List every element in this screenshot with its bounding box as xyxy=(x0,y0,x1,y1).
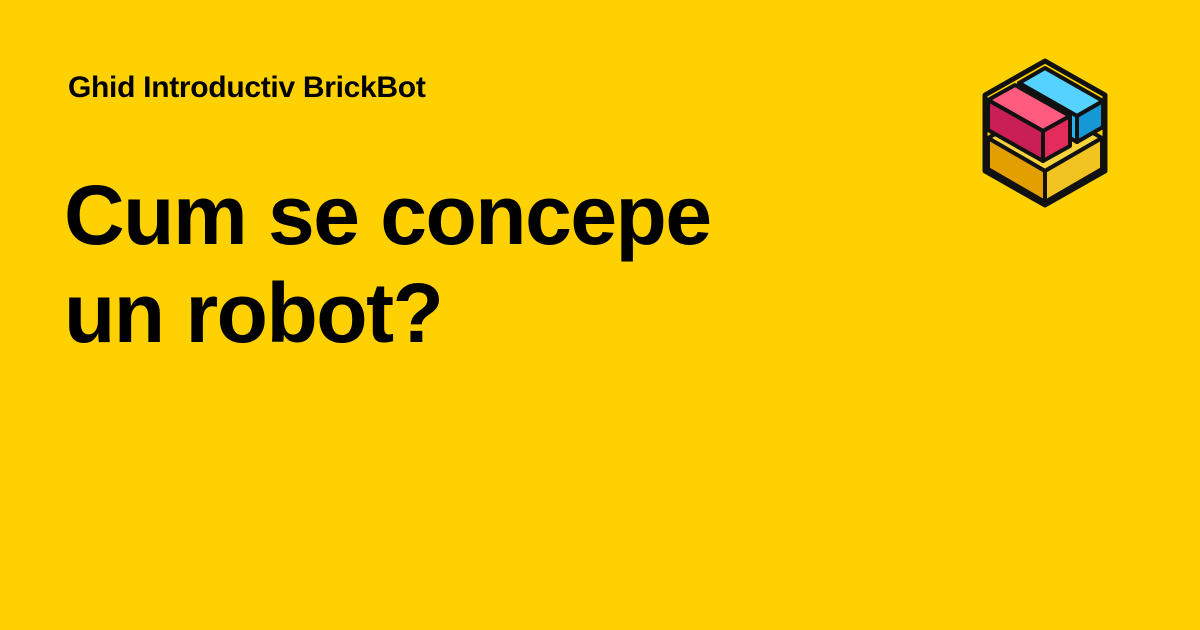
social-preview-card: Ghid Introductiv BrickBot Cum se concepe… xyxy=(0,0,1200,630)
title-line-1: Cum se concepe xyxy=(64,168,712,262)
guide-label: Ghid Introductiv BrickBot xyxy=(68,71,426,104)
brickbot-logo-icon xyxy=(982,58,1108,208)
title-line-2: un robot? xyxy=(64,266,444,360)
page-title: Cum se concepe un robot? xyxy=(64,166,884,362)
